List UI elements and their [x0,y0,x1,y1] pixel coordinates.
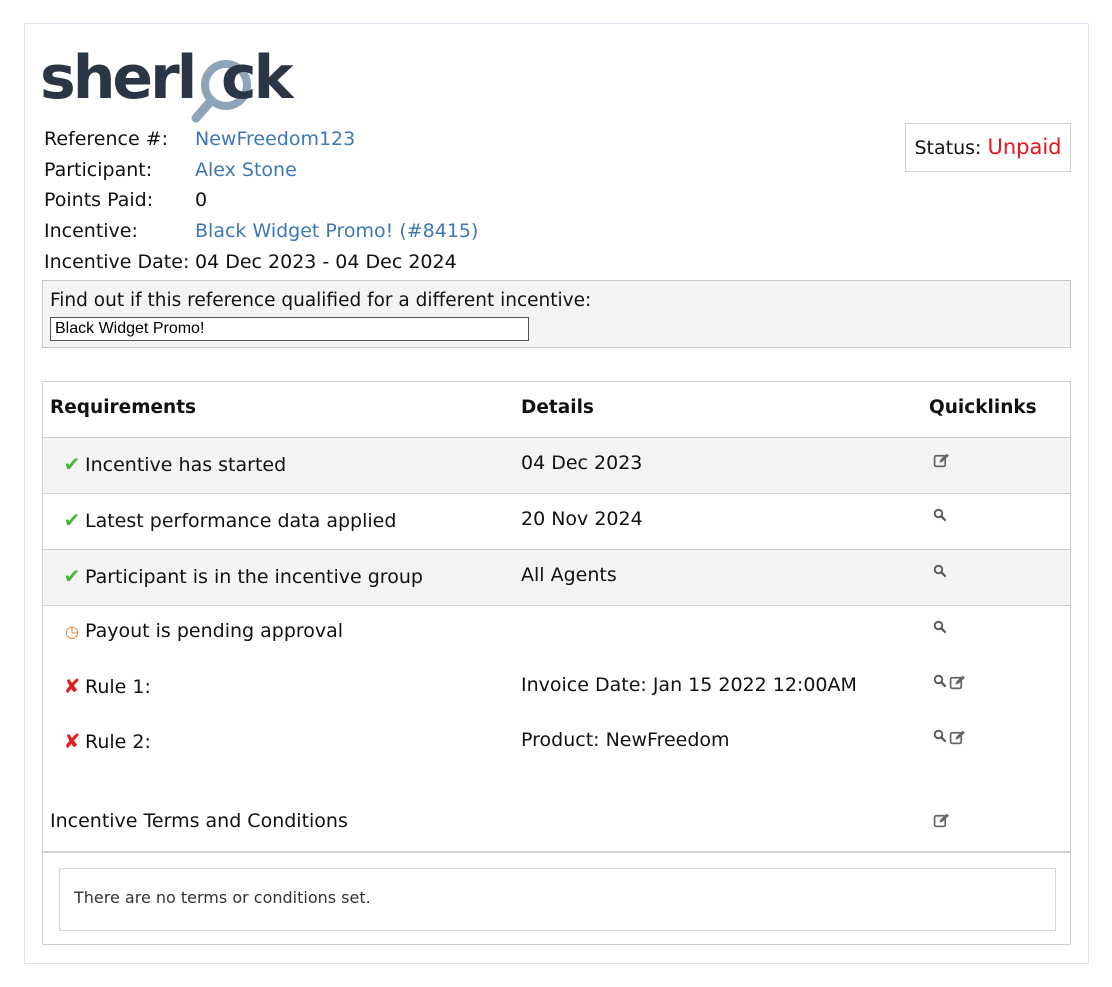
reference-label: Reference #: [44,128,169,150]
details-header: Details [521,397,594,418]
terms-message: There are no terms or conditions set. [74,888,371,907]
cross-icon: ✘ [63,729,81,753]
incentive-date-row: Incentive Date: 04 Dec 2023 - 04 Dec 202… [44,247,604,277]
participant-row: Participant: Alex Stone [44,155,604,185]
points-paid-value: 0 [195,189,208,211]
status-badge: Status: Unpaid [905,123,1071,172]
incentive-row: Incentive: Black Widget Promo! (#8415) [44,216,604,246]
quicklinks [933,729,966,746]
finder-label: Find out if this reference qualified for… [50,290,592,311]
terms-label: Incentive Terms and Conditions [50,810,348,832]
table-row: ✔ Participant is in the incentive group A… [43,550,1070,606]
edit-icon[interactable] [949,729,966,746]
incentive-date-value: 04 Dec 2023 - 04 Dec 2024 [195,251,457,273]
clock-icon: ◷ [65,622,79,641]
participant-link[interactable]: Alex Stone [195,155,297,185]
reference-row: Reference #: NewFreedom123 [44,124,604,154]
edit-icon[interactable] [933,452,950,469]
requirements-table: Requirements Details Quicklinks ✔ Incenti… [42,381,1071,945]
check-icon: ✔ [63,508,81,532]
divider [43,851,1070,853]
edit-icon[interactable] [949,674,966,691]
details-text: Product: NewFreedom [521,729,730,751]
quicklinks [933,564,947,578]
quicklinks [933,452,950,469]
check-icon: ✔ [63,452,81,476]
quicklinks [933,620,947,634]
reference-link[interactable]: NewFreedom123 [195,124,355,154]
table-row: ✘ Rule 2: [62,729,151,753]
requirement-text: Rule 2: [85,731,151,753]
edit-icon[interactable] [933,812,950,829]
search-icon[interactable] [933,620,947,634]
terms-box: There are no terms or conditions set. [59,868,1056,931]
search-icon[interactable] [933,508,947,522]
incentive-link[interactable]: Black Widget Promo! (#8415) [195,216,478,246]
points-paid-label: Points Paid: [44,189,154,211]
requirement-text: Participant is in the incentive group [85,566,423,588]
sherlock-logo: sherl ck [40,48,320,124]
check-icon: ✔ [63,564,81,588]
quicklinks [933,508,947,522]
incentive-date-label: Incentive Date: [44,251,190,273]
requirement-text: Rule 1: [85,676,151,698]
quicklinks [933,674,966,691]
table-header: Requirements Details Quicklinks [43,382,1070,438]
requirement-text: Incentive has started [85,454,287,476]
requirement-text: Latest performance data applied [85,510,397,532]
details-text: 04 Dec 2023 [521,452,643,474]
incentive-search-input[interactable] [50,317,529,341]
pending-approval-group: ◷ Payout is pending approval ✘ Rule 1: Inv… [43,606,1070,852]
search-icon[interactable] [933,674,947,688]
search-icon[interactable] [933,564,947,578]
participant-label: Participant: [44,159,153,181]
status-value: Unpaid [987,135,1062,159]
incentive-finder: Find out if this reference qualified for… [42,280,1071,348]
status-label: Status: [914,137,982,159]
logo-text-end: ck [221,43,293,113]
quicklinks [933,812,950,829]
points-paid-row: Points Paid: 0 [44,185,604,215]
quicklinks-header: Quicklinks [929,397,1037,418]
incentive-label: Incentive: [44,220,138,242]
details-text: 20 Nov 2024 [521,508,643,530]
cross-icon: ✘ [63,674,81,698]
table-row: ✘ Rule 1: [62,674,151,698]
requirement-text: Payout is pending approval [85,620,344,642]
table-row: ✔ Latest performance data applied 20 Nov … [43,494,1070,550]
search-icon[interactable] [933,729,947,743]
table-row: ✔ Incentive has started 04 Dec 2023 [43,438,1070,494]
details-text: Invoice Date: Jan 15 2022 12:00AM [521,674,857,696]
requirements-header: Requirements [50,397,197,418]
details-text: All Agents [521,564,617,586]
